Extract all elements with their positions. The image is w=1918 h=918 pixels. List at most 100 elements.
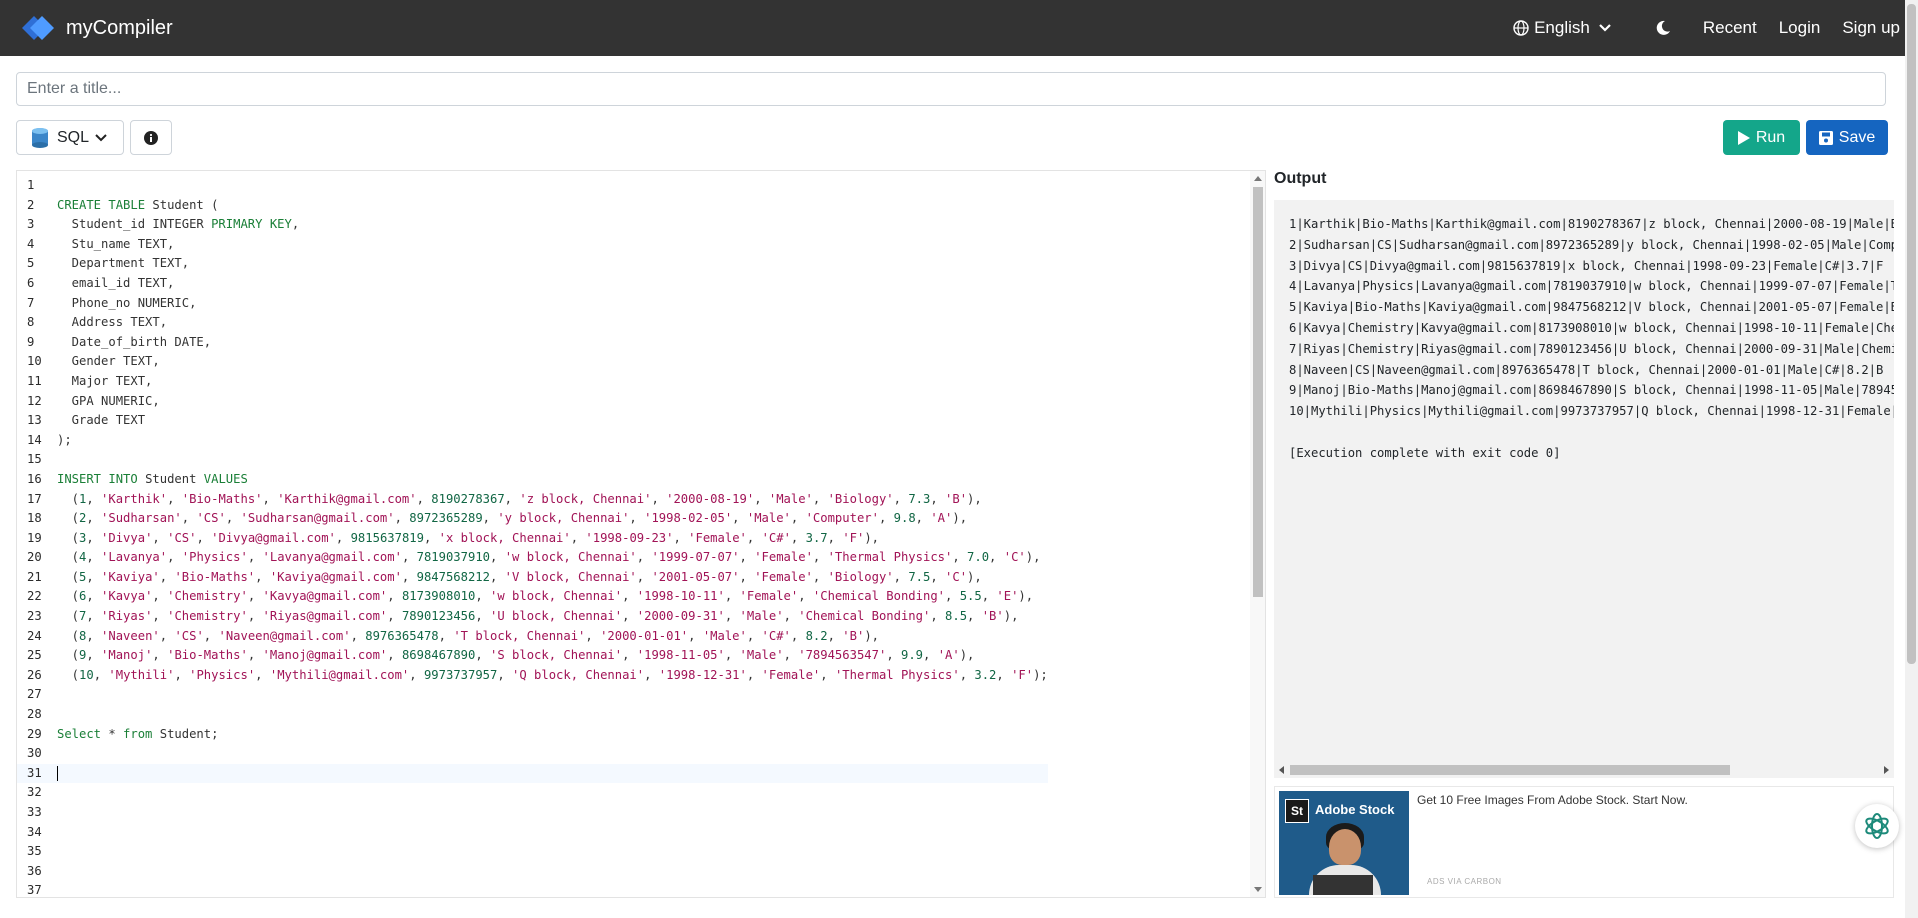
code-line[interactable]: 37	[17, 881, 1048, 898]
save-label: Save	[1838, 128, 1876, 146]
code-text[interactable]: CREATE TABLE Student (	[57, 198, 218, 212]
dark-mode-toggle[interactable]	[1655, 20, 1671, 36]
code-line[interactable]: 4 Stu_name TEXT,	[17, 235, 1048, 255]
code-text[interactable]: Gender TEXT,	[57, 354, 160, 368]
code-text[interactable]: GPA NUMERIC,	[57, 394, 160, 408]
code-line[interactable]: 15	[17, 450, 1048, 470]
run-button[interactable]: Run	[1723, 120, 1800, 155]
ad-brand: Adobe Stock	[1315, 802, 1395, 817]
editor-scrollbar[interactable]	[1250, 171, 1265, 897]
line-number: 2	[27, 197, 35, 212]
output-line: 3|Divya|CS|Divya@gmail.com|9815637819|x …	[1289, 258, 1884, 273]
code-line[interactable]: 5 Department TEXT,	[17, 254, 1048, 274]
code-text[interactable]: email_id TEXT,	[57, 276, 175, 290]
line-number: 28	[27, 707, 42, 722]
code-line[interactable]: 31	[17, 763, 1048, 784]
code-line[interactable]: 10 Gender TEXT,	[17, 352, 1048, 372]
code-text[interactable]: (9, 'Manoj', 'Bio-Maths', 'Manoj@gmail.c…	[57, 648, 975, 662]
ad-banner[interactable]: St Adobe Stock Get 10 Free Images From A…	[1274, 786, 1894, 898]
output-text: 1|Karthik|Bio-Maths|Karthik@gmail.com|81…	[1289, 214, 1894, 464]
assistant-button[interactable]	[1855, 804, 1899, 848]
code-text[interactable]: );	[57, 433, 72, 447]
title-input[interactable]	[16, 72, 1886, 106]
line-number: 20	[27, 550, 42, 565]
code-text[interactable]: Major TEXT,	[57, 374, 153, 388]
code-text[interactable]	[57, 765, 58, 781]
language-select[interactable]: SQL	[16, 120, 124, 155]
code-line[interactable]: 8 Address TEXT,	[17, 313, 1048, 333]
code-text[interactable]: Date_of_birth DATE,	[57, 335, 211, 349]
output-line: 2|Sudharsan|CS|Sudharsan@gmail.com|89723…	[1289, 237, 1894, 252]
code-line[interactable]: 3 Student_id INTEGER PRIMARY KEY,	[17, 215, 1048, 235]
code-text[interactable]: (2, 'Sudharsan', 'CS', 'Sudharsan@gmail.…	[57, 511, 967, 525]
output-panel: 1|Karthik|Bio-Maths|Karthik@gmail.com|81…	[1274, 200, 1894, 778]
code-text[interactable]: (8, 'Naveen', 'CS', 'Naveen@gmail.com', …	[57, 629, 879, 643]
brand-link[interactable]: myCompiler	[22, 14, 173, 42]
code-line[interactable]: 17 (1, 'Karthik', 'Bio-Maths', 'Karthik@…	[17, 490, 1048, 510]
code-text[interactable]: Phone_no NUMERIC,	[57, 296, 197, 310]
code-line[interactable]: 11 Major TEXT,	[17, 372, 1048, 392]
code-text[interactable]: Select * from Student;	[57, 727, 218, 741]
code-text[interactable]: (3, 'Divya', 'CS', 'Divya@gmail.com', 98…	[57, 531, 879, 545]
code-line[interactable]: 14);	[17, 431, 1048, 451]
signup-link[interactable]: Sign up	[1842, 18, 1900, 38]
code-line[interactable]: 24 (8, 'Naveen', 'CS', 'Naveen@gmail.com…	[17, 627, 1048, 647]
output-line: 5|Kaviya|Bio-Maths|Kaviya@gmail.com|9847…	[1289, 300, 1894, 315]
line-number: 12	[27, 393, 42, 408]
ad-text[interactable]: Get 10 Free Images From Adobe Stock. Sta…	[1417, 793, 1688, 807]
code-line[interactable]: 35	[17, 842, 1048, 862]
line-number: 26	[27, 667, 42, 682]
code-line[interactable]: 21 (5, 'Kaviya', 'Bio-Maths', 'Kaviya@gm…	[17, 568, 1048, 588]
code-text[interactable]: Address TEXT,	[57, 315, 167, 329]
code-line[interactable]: 16 INSERT INTO Student VALUES	[17, 470, 1048, 490]
code-text[interactable]: (6, 'Kavya', 'Chemistry', 'Kavya@gmail.c…	[57, 589, 1033, 603]
ad-image[interactable]: St Adobe Stock	[1279, 791, 1409, 895]
line-number: 37	[27, 883, 42, 898]
code-text[interactable]: Department TEXT,	[57, 256, 189, 270]
code-line[interactable]: 28	[17, 705, 1048, 725]
code-text[interactable]: (1, 'Karthik', 'Bio-Maths', 'Karthik@gma…	[57, 492, 982, 506]
line-number: 15	[27, 452, 42, 467]
code-text[interactable]: Student_id INTEGER PRIMARY KEY,	[57, 217, 300, 231]
code-line[interactable]: 12 GPA NUMERIC,	[17, 392, 1048, 412]
code-text[interactable]: INSERT INTO Student VALUES	[57, 472, 248, 486]
code-line[interactable]: 23 (7, 'Riyas', 'Chemistry', 'Riyas@gmai…	[17, 607, 1048, 627]
code-line[interactable]: 36	[17, 862, 1048, 882]
save-button[interactable]: Save	[1806, 120, 1888, 155]
code-text[interactable]: Grade TEXT	[57, 413, 145, 427]
code-line[interactable]: 22 (6, 'Kavya', 'Chemistry', 'Kavya@gmai…	[17, 587, 1048, 607]
ad-via[interactable]: ADS VIA CARBON	[1427, 877, 1502, 886]
recent-link[interactable]: Recent	[1703, 18, 1757, 38]
adobe-stock-logo: St	[1285, 799, 1309, 823]
code-text[interactable]: (4, 'Lavanya', 'Physics', 'Lavanya@gmail…	[57, 550, 1041, 564]
code-line[interactable]: 34	[17, 823, 1048, 843]
code-line[interactable]: 18 (2, 'Sudharsan', 'CS', 'Sudharsan@gma…	[17, 509, 1048, 529]
code-line[interactable]: 7 Phone_no NUMERIC,	[17, 294, 1048, 314]
page-scrollbar[interactable]	[1905, 0, 1918, 918]
code-text[interactable]: (5, 'Kaviya', 'Bio-Maths', 'Kaviya@gmail…	[57, 570, 982, 584]
code-lines[interactable]: 1 2 CREATE TABLE Student ( 3 Student_id INT…	[17, 176, 1048, 898]
code-text[interactable]: (7, 'Riyas', 'Chemistry', 'Riyas@gmail.c…	[57, 609, 1019, 623]
code-line[interactable]: 9 Date_of_birth DATE,	[17, 333, 1048, 353]
code-line[interactable]: 2 CREATE TABLE Student (	[17, 196, 1048, 216]
code-line[interactable]: 13 Grade TEXT	[17, 411, 1048, 431]
code-line[interactable]: 6 email_id TEXT,	[17, 274, 1048, 294]
language-dropdown[interactable]: English	[1513, 18, 1617, 38]
code-text[interactable]: Stu_name TEXT,	[57, 237, 175, 251]
login-link[interactable]: Login	[1779, 18, 1821, 38]
code-line[interactable]: 26 (10, 'Mythili', 'Physics', 'Mythili@g…	[17, 666, 1048, 686]
info-button[interactable]	[130, 120, 172, 155]
code-line[interactable]: 30	[17, 744, 1048, 764]
code-text[interactable]: (10, 'Mythili', 'Physics', 'Mythili@gmai…	[57, 668, 1048, 682]
code-line[interactable]: 27	[17, 685, 1048, 705]
code-line[interactable]: 1	[17, 176, 1048, 196]
assistant-icon	[1865, 813, 1889, 839]
code-editor[interactable]: 1 2 CREATE TABLE Student ( 3 Student_id INT…	[16, 170, 1266, 898]
code-line[interactable]: 33	[17, 803, 1048, 823]
output-horizontal-scrollbar[interactable]	[1274, 762, 1894, 778]
code-line[interactable]: 29 Select * from Student;	[17, 725, 1048, 745]
code-line[interactable]: 25 (9, 'Manoj', 'Bio-Maths', 'Manoj@gmai…	[17, 646, 1048, 666]
code-line[interactable]: 19 (3, 'Divya', 'CS', 'Divya@gmail.com',…	[17, 529, 1048, 549]
code-line[interactable]: 32	[17, 783, 1048, 803]
code-line[interactable]: 20 (4, 'Lavanya', 'Physics', 'Lavanya@gm…	[17, 548, 1048, 568]
